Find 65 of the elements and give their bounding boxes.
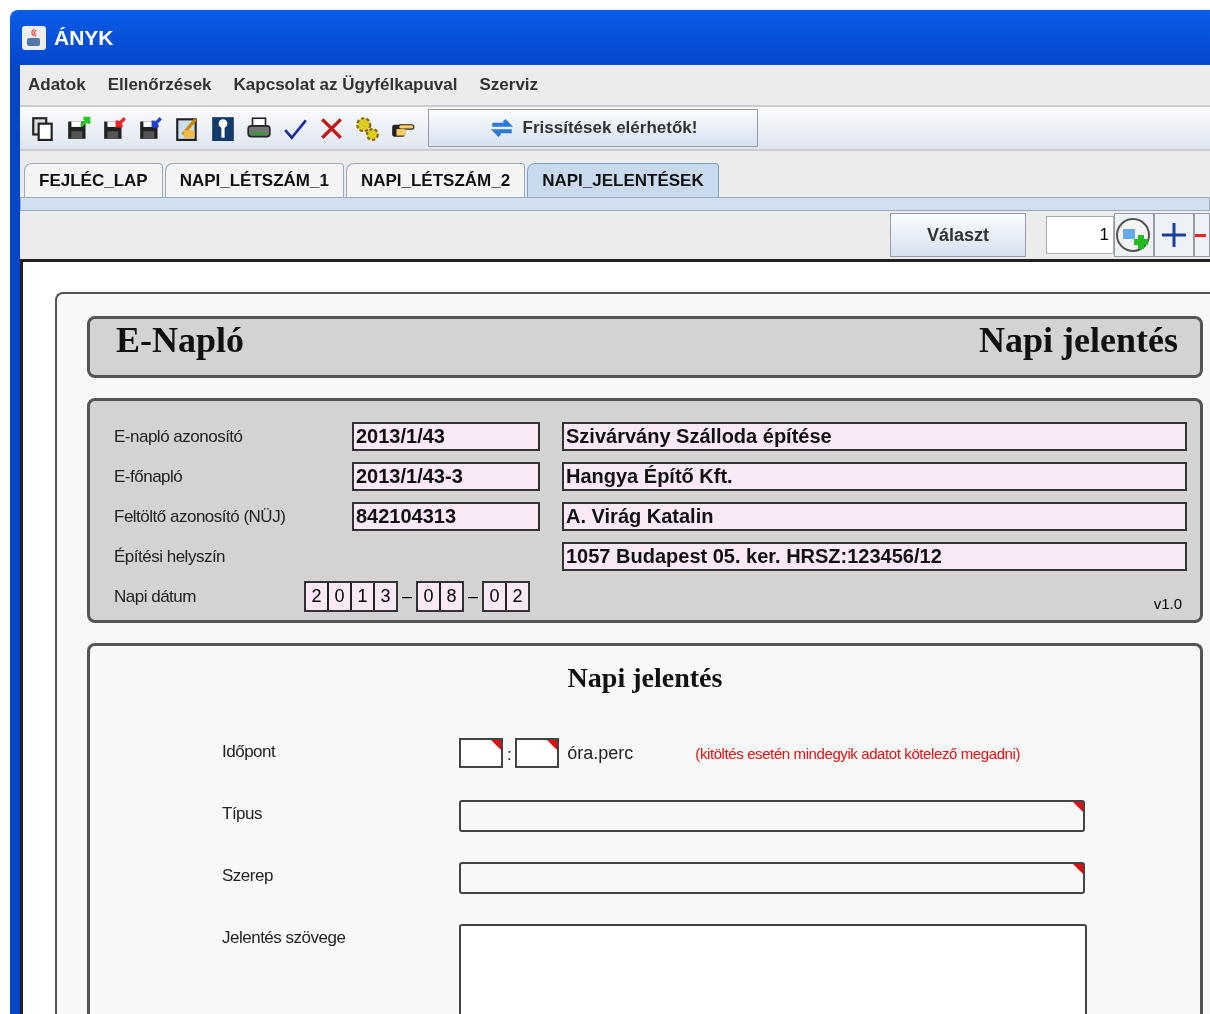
text-area[interactable] [459, 924, 1087, 1014]
field-label: Építési helyszín [114, 546, 227, 567]
date-digit[interactable]: 0 [484, 583, 506, 610]
value-field[interactable]: 1057 Budapest 05. ker. HRSZ:123456/12 [562, 542, 1187, 571]
field-label: E-napló azonosító [114, 426, 244, 447]
field-label: Napi dátum [114, 586, 197, 607]
date-digit[interactable]: 0 [418, 583, 439, 610]
time-unit: óra.perc [567, 742, 634, 764]
required-note: (kitöltés esetén mindegyik adatot kötelező megadni) [695, 744, 1021, 762]
date-digit[interactable]: 0 [327, 583, 350, 610]
form-title: E-Napló [116, 319, 245, 361]
copy-icon[interactable] [30, 115, 56, 141]
menu-item[interactable]: Adatok [28, 75, 86, 95]
field-label: Jelentés szövege [222, 927, 347, 948]
coffee-cup-icon [22, 25, 46, 50]
save-icon[interactable] [138, 115, 164, 141]
value-field[interactable]: Hangya Építő Kft. [562, 462, 1187, 491]
save-icon[interactable] [66, 115, 92, 141]
field-label: Feltöltő azonosító (NÜJ) [114, 506, 287, 527]
hour-field[interactable] [459, 738, 503, 768]
minus-icon [1195, 233, 1206, 237]
date-digit[interactable]: 3 [373, 583, 396, 610]
date-separator: – [401, 586, 413, 607]
tab[interactable]: NAPI_LÉTSZÁM_1 [164, 163, 344, 197]
date-digit[interactable]: 2 [306, 583, 327, 610]
code-field[interactable]: 2013/1/43-3 [352, 462, 540, 491]
add-page-icon [1116, 217, 1152, 253]
close-icon[interactable] [318, 115, 344, 141]
gears-icon[interactable] [354, 115, 380, 141]
choose-button[interactable]: Választ [890, 213, 1026, 257]
save-icon[interactable] [102, 115, 128, 141]
menu-item[interactable]: Ellenőrzések [107, 75, 212, 95]
code-field[interactable]: 2013/1/43 [352, 422, 540, 451]
key-icon[interactable] [210, 115, 236, 141]
date-digit[interactable]: 8 [439, 583, 462, 610]
plus-icon [1161, 222, 1187, 248]
window-title: ÁNYK [54, 25, 114, 50]
updates-button[interactable]: Frissítések elérhetők! [428, 109, 758, 147]
page-number-field[interactable]: 1 [1046, 216, 1114, 254]
input-field[interactable] [459, 862, 1085, 894]
menu-item[interactable]: Kapcsolat az Ügyfélkapuval [233, 75, 458, 95]
tab[interactable]: NAPI_JELENTÉSEK [527, 163, 719, 197]
time-separator: : [507, 744, 512, 765]
field-label: E-főnapló [114, 466, 184, 487]
field-label: Szerep [222, 865, 274, 886]
add-page-button[interactable] [1114, 213, 1154, 257]
code-field[interactable]: 842104313 [352, 502, 540, 531]
minus-button[interactable] [1194, 213, 1210, 257]
value-field[interactable]: A. Virág Katalin [562, 502, 1187, 531]
tab[interactable]: FEJLÉC_LAP [24, 163, 163, 197]
form-subtitle: Napi jelentés [979, 319, 1178, 361]
date-digit[interactable]: 2 [505, 583, 529, 610]
date-separator: – [467, 586, 480, 607]
field-label: Típus [222, 803, 264, 824]
input-field[interactable] [459, 800, 1085, 832]
minute-field[interactable] [515, 738, 560, 768]
notepad-icon[interactable] [174, 115, 200, 141]
field-label: Időpont [222, 741, 277, 762]
menu-item[interactable]: Szerviz [479, 75, 539, 95]
date-digit[interactable]: 1 [350, 583, 373, 610]
section-title: Napi jelentés [566, 662, 724, 694]
tab[interactable]: NAPI_LÉTSZÁM_2 [345, 163, 526, 197]
plus-button[interactable] [1154, 213, 1194, 257]
version-label: v1.0 [1153, 595, 1182, 612]
value-field[interactable]: Szivárvány Szálloda építése [562, 422, 1187, 451]
